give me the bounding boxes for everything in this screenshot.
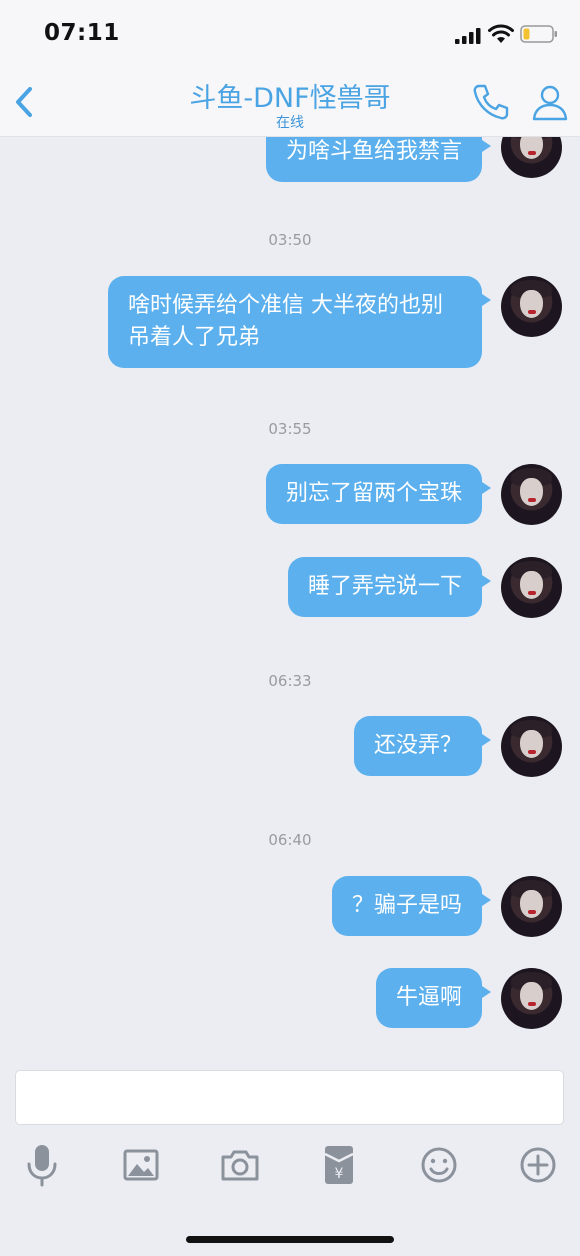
emoji-icon[interactable] (414, 1140, 464, 1190)
message-bubble[interactable]: 为啥斗鱼给我禁言 (265, 137, 492, 182)
input-toolbar: ¥ (0, 1140, 580, 1190)
message-bubble[interactable]: 牛逼啊 (375, 968, 492, 1028)
message-bubble[interactable]: 睡了弄完说一下 (287, 557, 492, 617)
battery-icon (520, 25, 557, 43)
profile-icon[interactable] (530, 82, 570, 122)
wifi-icon (488, 24, 514, 43)
signal-icon (455, 28, 481, 44)
message-bubble[interactable]: 还没弄？ (353, 716, 492, 776)
microphone-icon[interactable] (17, 1140, 67, 1190)
phone-call-icon[interactable] (470, 82, 510, 122)
chat-header: 斗鱼-DNF怪兽哥 在线 (0, 70, 580, 137)
message-bubble[interactable]: ？骗子是吗 (331, 876, 492, 936)
avatar[interactable] (501, 876, 562, 937)
message-input[interactable] (15, 1070, 564, 1125)
avatar[interactable] (501, 137, 562, 178)
avatar[interactable] (501, 276, 562, 337)
avatar[interactable] (501, 464, 562, 525)
avatar[interactable] (501, 968, 562, 1029)
timestamp: 06:40 (268, 831, 312, 849)
timestamp: 06:33 (268, 672, 312, 690)
timestamp: 03:50 (268, 231, 312, 249)
timestamp: 03:55 (268, 420, 312, 438)
message-list[interactable]: 为啥斗鱼给我禁言 03:50 啥时候弄给个准信 大半夜的也别吊着人了兄弟 03:… (0, 137, 580, 1047)
message-bubble[interactable]: 别忘了留两个宝珠 (265, 464, 492, 524)
message-bubble[interactable]: 啥时候弄给个准信 大半夜的也别吊着人了兄弟 (108, 276, 491, 368)
red-packet-icon[interactable]: ¥ (314, 1140, 364, 1190)
avatar[interactable] (501, 716, 562, 777)
camera-icon[interactable] (215, 1140, 265, 1190)
avatar[interactable] (501, 557, 562, 618)
image-icon[interactable] (116, 1140, 166, 1190)
status-bar: 07:11 (0, 0, 580, 70)
plus-icon[interactable] (513, 1140, 563, 1190)
svg-text:¥: ¥ (335, 1166, 344, 1182)
home-indicator[interactable] (186, 1236, 394, 1243)
status-time: 07:11 (44, 20, 120, 46)
